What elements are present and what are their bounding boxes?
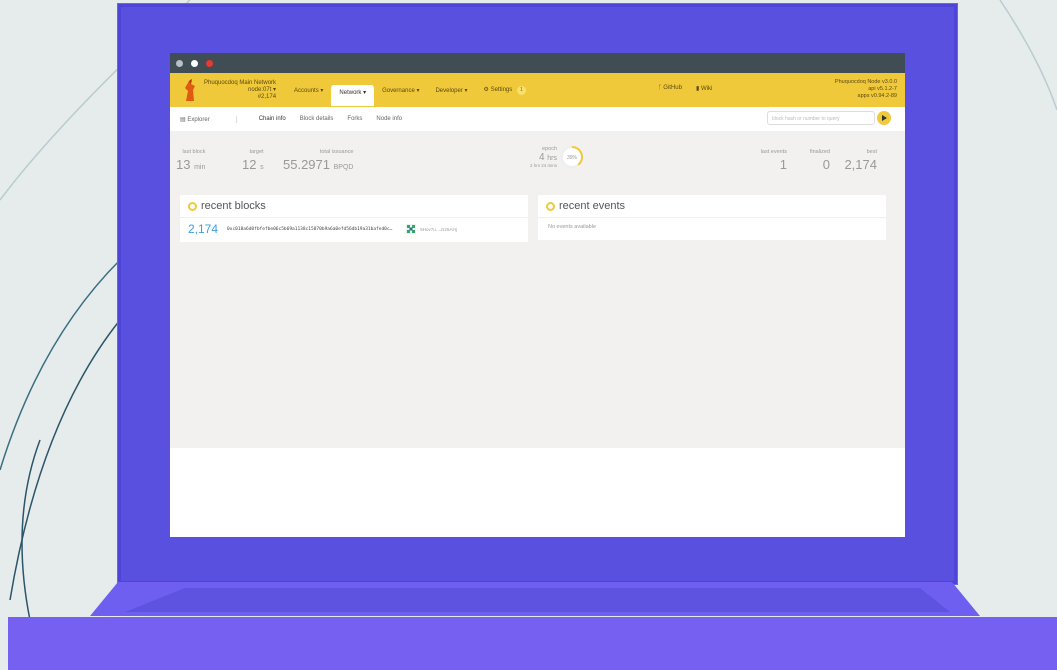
book-icon: ▮ [695, 86, 700, 92]
epoch-remaining: 2 hrs 24 mins [530, 163, 558, 168]
window-titlebar [170, 53, 905, 73]
epoch-progress-ring: 39% [561, 146, 584, 168]
bullet-icon [546, 201, 555, 211]
wiki-label: Wiki [700, 86, 713, 92]
stat-last-events: last events 1 [761, 149, 787, 172]
panel-title: recent blocks [201, 200, 266, 212]
stat-label: best [866, 149, 877, 155]
stat-target: target 12 s [242, 149, 264, 172]
chain-name: Phuquocdoq Main Network [204, 79, 277, 86]
main-menu: Accounts ▾ Network ▾ Governance ▾ Develo… [286, 75, 534, 106]
panel-header: recent blocks [180, 195, 528, 218]
settings-badge: 1 [516, 85, 526, 95]
explorer-section[interactable]: ▤ Explorer [170, 115, 237, 123]
stat-value: 12 s [242, 157, 264, 172]
block-hash: 0xc018a6d0fbfefbe06c5b69a1138c15870b9a6a… [227, 226, 393, 232]
stat-total-issuance: total issuance 55.2971 BPQD [283, 149, 353, 172]
panel-header: recent events [538, 195, 886, 218]
laptop-base [8, 617, 1057, 670]
menu-governance[interactable]: Governance ▾ [374, 83, 427, 98]
stat-value: 2,174 [844, 157, 877, 172]
panel-title: recent events [559, 200, 626, 212]
epoch-percent: 39% [567, 155, 578, 161]
stat-label: finalized [809, 149, 830, 155]
github-link[interactable]: ᚴ GitHub [658, 85, 682, 92]
author-address: 5Hov7u…Jzz6AHj [420, 226, 457, 232]
window-dot-icon[interactable] [176, 59, 183, 67]
sub-navigation: ▤ Explorer Chain info Block details Fork… [170, 107, 905, 132]
stat-value: 1 [779, 157, 787, 172]
api-version: api v5.1.2-7 [868, 86, 897, 92]
stat-label: target [249, 149, 264, 155]
github-label: GitHub [663, 85, 682, 91]
menu-network[interactable]: Network ▾ [331, 84, 375, 106]
version-info: Phuquocdoq Node v3.0.0 api v5.1.2-7 apps… [835, 79, 897, 100]
block-number-link[interactable]: 2,174 [188, 222, 218, 236]
main-content: last block 13 min target 12 s total issu… [170, 131, 905, 448]
recent-blocks-panel: recent blocks 2,174 0xc018a6d0fbfefbe06c… [180, 195, 528, 242]
explorer-label: Explorer [187, 116, 210, 123]
node-version: Phuquocdoq Node v3.0.0 [834, 79, 897, 85]
close-window-icon[interactable] [206, 59, 213, 67]
menu-accounts[interactable]: Accounts ▾ [286, 83, 331, 98]
stat-label: total issuance [319, 149, 354, 155]
stat-best: best 2,174 [844, 149, 877, 172]
block-search-input[interactable]: block hash or number to query [767, 111, 875, 125]
chevron-down-icon: ▾ [273, 86, 277, 93]
stat-value: 0 [822, 157, 830, 172]
window-dot-icon[interactable] [191, 59, 198, 67]
block-author[interactable]: 5Hov7u…Jzz6AHj [406, 224, 457, 234]
recent-events-panel: recent events No events available [538, 195, 886, 240]
chain-logo-icon[interactable] [180, 77, 200, 103]
external-links: ᚴ GitHub ▮ Wiki [658, 85, 712, 92]
bullet-icon [188, 201, 197, 211]
menu-settings-label: Settings [490, 86, 513, 93]
menu-developer[interactable]: Developer ▾ [427, 83, 475, 98]
epoch-stat: epoch 4 hrs 2 hrs 24 mins 39% [530, 145, 584, 169]
block-row: 2,174 0xc018a6d0fbfefbe06c5b69a1138c1587… [180, 218, 528, 240]
explorer-icon: ▤ [180, 116, 186, 123]
stat-label: last block [182, 149, 206, 155]
menu-settings[interactable]: ⚙ Settings 1 [476, 82, 534, 99]
tab-forks[interactable]: Forks [340, 116, 369, 122]
apps-version: apps v0.94.2-89 [857, 93, 897, 99]
gear-icon: ⚙ [483, 86, 489, 93]
block-number: #2,174 [257, 93, 277, 100]
stat-last-block: last block 13 min [176, 149, 205, 172]
top-navbar: Phuquocdoq Main Network node:07t ▾ #2,17… [170, 73, 905, 107]
search-submit-button[interactable] [877, 111, 891, 125]
chain-selector[interactable]: Phuquocdoq Main Network node:07t ▾ #2,17… [204, 80, 276, 101]
wiki-link[interactable]: ▮ Wiki [696, 85, 712, 92]
node-name: node:07t [248, 86, 272, 93]
app-window: Phuquocdoq Main Network node:07t ▾ #2,17… [170, 53, 905, 537]
tab-block-details[interactable]: Block details [293, 116, 341, 122]
stat-label: last events [760, 149, 787, 155]
empty-events-message: No events available [548, 224, 597, 230]
identicon-icon [406, 224, 417, 234]
stat-finalized: finalized 0 [810, 149, 830, 172]
tab-chain-info[interactable]: Chain info [237, 116, 293, 122]
chain-summary: last block 13 min target 12 s total issu… [170, 131, 905, 189]
github-icon: ᚴ [658, 85, 662, 91]
stat-value: 13 min [176, 157, 206, 172]
stat-value: 4 hrs [538, 152, 558, 163]
stat-value: 55.2971 BPQD [283, 157, 354, 172]
laptop-keyboard-deck [90, 582, 980, 616]
tab-node-info[interactable]: Node info [369, 116, 409, 122]
